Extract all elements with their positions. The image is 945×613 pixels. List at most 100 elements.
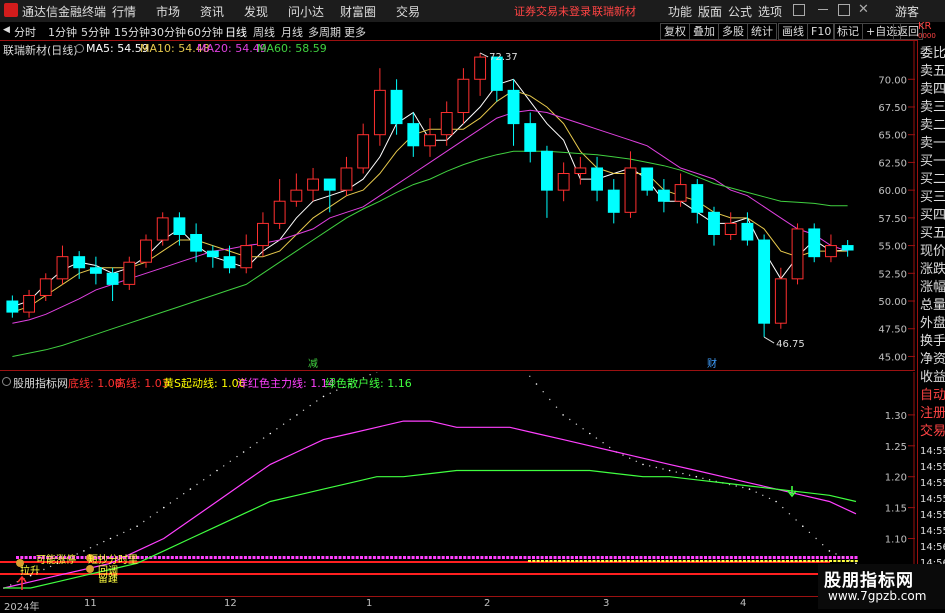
start-line-dot <box>629 458 630 459</box>
start-line-dot <box>250 447 251 448</box>
close-icon[interactable]: ✕ <box>858 2 869 17</box>
signal-square <box>782 560 785 562</box>
signal-square <box>695 556 698 559</box>
tab-daily[interactable]: 日线 <box>225 24 247 40</box>
side-panel-tab[interactable]: KR0000 <box>918 22 945 40</box>
nav-triangle-icon[interactable]: ◀ <box>3 25 10 35</box>
menu-ask-assistant[interactable]: 问小达 <box>288 3 324 20</box>
signal-square <box>601 556 604 559</box>
candle-body <box>358 135 369 168</box>
signal-square <box>407 556 410 559</box>
signal-square <box>360 556 363 559</box>
tab-intraday[interactable]: 分时 <box>14 24 36 40</box>
window-restore-icon[interactable] <box>793 4 805 16</box>
start-line-dot <box>802 525 804 527</box>
signal-square <box>511 556 514 559</box>
trade-time-label: 14:55 <box>920 526 945 537</box>
start-line-dot <box>775 501 777 503</box>
multi-stock-button[interactable]: 多股 <box>718 23 748 40</box>
candle-body <box>775 279 786 323</box>
menu-market-quotes[interactable]: 行情 <box>112 3 136 20</box>
side-panel-label: 卖三 <box>920 96 945 115</box>
signal-square <box>760 556 763 559</box>
draw-line-button[interactable]: 画线 <box>778 23 808 40</box>
signal-square <box>739 560 742 562</box>
side-panel-label[interactable]: 交易 <box>920 420 945 439</box>
signal-square <box>657 560 660 562</box>
f10-button[interactable]: F10 <box>807 23 835 40</box>
tab-multi-period[interactable]: 多周期 <box>308 24 341 40</box>
adjust-price-button[interactable]: 复权 <box>660 23 690 40</box>
tab-weekly[interactable]: 周线 <box>253 24 275 40</box>
statistics-button[interactable]: 统计 <box>747 23 777 40</box>
signal-square <box>343 556 346 559</box>
maximize-icon[interactable] <box>838 4 850 16</box>
start-line-dot <box>549 399 550 400</box>
start-line-dot <box>602 442 603 443</box>
menu-wealth-circle[interactable]: 财富圈 <box>340 3 376 20</box>
signal-square <box>623 560 626 562</box>
signal-square <box>803 560 806 562</box>
candle-body <box>107 273 118 284</box>
signal-square <box>334 556 337 559</box>
date-label: 4 <box>740 598 746 609</box>
tab-1min[interactable]: 1分钟 <box>48 24 77 40</box>
trade-time-label: 14:55 <box>920 478 945 489</box>
tab-more[interactable]: 更多 <box>344 24 366 40</box>
signal-square <box>850 556 853 559</box>
candlestick-chart[interactable]: 45.0047.5050.0052.5055.0057.5060.0062.50… <box>0 40 915 370</box>
signal-square <box>493 556 496 559</box>
signal-square <box>584 556 587 559</box>
menu-news[interactable]: 资讯 <box>200 3 224 20</box>
start-line-dot <box>77 553 78 554</box>
signal-square <box>480 556 483 559</box>
start-line-dot <box>609 447 610 448</box>
signal-square <box>455 556 458 559</box>
signal-square <box>666 560 669 562</box>
start-line-dot <box>556 407 557 408</box>
menu-discover[interactable]: 发现 <box>244 3 268 20</box>
tab-30min[interactable]: 30分钟 <box>150 24 186 40</box>
start-line-dot <box>323 396 325 398</box>
function-button[interactable]: 功能 <box>668 3 692 20</box>
signal-square <box>537 560 540 562</box>
candle-body <box>324 179 335 190</box>
signal-square <box>528 556 531 559</box>
indicator-settings-icon[interactable] <box>2 377 11 386</box>
side-panel-label[interactable]: 自动 <box>920 384 945 403</box>
mark-button[interactable]: 标记 <box>833 23 863 40</box>
y-tick-label: 67.50 <box>878 103 907 114</box>
minimize-icon[interactable] <box>818 9 828 10</box>
start-line-dot <box>170 502 171 503</box>
signal-square <box>399 556 402 559</box>
candle-body <box>642 168 653 190</box>
start-line-dot <box>230 461 231 462</box>
side-panel-label[interactable]: 注册 <box>920 402 945 421</box>
options-button[interactable]: 选项 <box>758 3 782 20</box>
signal-square <box>390 556 393 559</box>
layout-button[interactable]: 版面 <box>698 3 722 20</box>
login-notice[interactable]: 证券交易未登录 <box>514 3 591 19</box>
signal-square <box>278 556 281 559</box>
candle-body <box>842 246 853 250</box>
candle-body <box>542 151 553 190</box>
settings-dot-icon[interactable] <box>75 44 84 53</box>
menu-trade[interactable]: 交易 <box>396 3 420 20</box>
candle-body <box>291 190 302 201</box>
guest-user[interactable]: 游客 <box>895 3 919 20</box>
tab-15min[interactable]: 15分钟 <box>114 24 150 40</box>
overlay-button[interactable]: 叠加 <box>689 23 719 40</box>
candle-body <box>792 229 803 279</box>
signal-square <box>653 560 656 562</box>
tab-monthly[interactable]: 月线 <box>281 24 303 40</box>
tab-5min[interactable]: 5分钟 <box>81 24 110 40</box>
formula-button[interactable]: 公式 <box>728 3 752 20</box>
start-line-dot <box>330 393 331 394</box>
signal-square <box>747 556 750 559</box>
signal-square <box>851 560 854 562</box>
menu-market[interactable]: 市场 <box>156 3 180 20</box>
tab-60min[interactable]: 60分钟 <box>187 24 223 40</box>
signal-square <box>618 556 621 559</box>
start-line-dot <box>256 442 257 443</box>
candle-body <box>592 168 603 190</box>
